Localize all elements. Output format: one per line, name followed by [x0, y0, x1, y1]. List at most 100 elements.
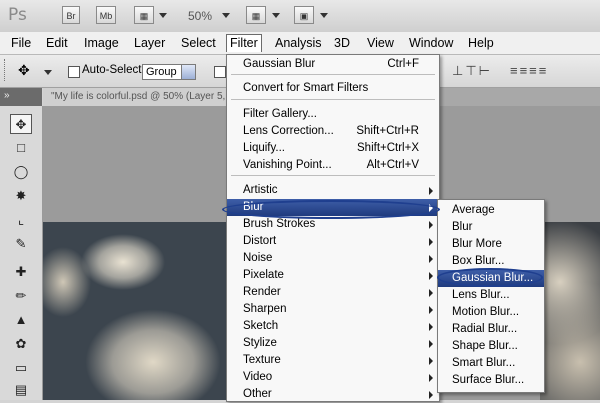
healing-brush-tool-icon[interactable]: ✚: [10, 262, 32, 282]
blur-submenu-item[interactable]: Smart Blur...: [438, 355, 544, 372]
menu-item-label: Average: [452, 204, 495, 216]
tools-panel-header[interactable]: »: [0, 88, 42, 106]
filter-menu-item[interactable]: Stylize: [227, 335, 439, 352]
quick-selection-tool-icon[interactable]: ✸: [10, 186, 32, 206]
blur-submenu-item[interactable]: Blur: [438, 219, 544, 236]
grip-handle[interactable]: [4, 59, 11, 81]
menu-item-label: Noise: [243, 252, 273, 264]
filter-menu-item[interactable]: Brush Strokes: [227, 216, 439, 233]
arrange-documents-button[interactable]: ▦: [246, 6, 266, 24]
menu-3d[interactable]: 3D: [334, 35, 350, 52]
menu-item-label: Liquify...: [243, 142, 285, 154]
clone-stamp-tool-icon[interactable]: ▲: [10, 310, 32, 330]
blur-submenu-item[interactable]: Lens Blur...: [438, 287, 544, 304]
menu-help[interactable]: Help: [468, 35, 494, 52]
submenu-arrow-icon: [429, 238, 433, 246]
filter-menu: Gaussian Blur Ctrl+F Convert for Smart Fil…: [226, 54, 440, 402]
filter-menu-item[interactable]: Pixelate: [227, 267, 439, 284]
mini-bridge-button[interactable]: Mb: [96, 6, 116, 24]
menu-file[interactable]: File: [11, 35, 31, 52]
filter-menu-item[interactable]: Sharpen: [227, 301, 439, 318]
gradient-tool-icon[interactable]: ▤: [10, 380, 32, 400]
blur-submenu-item[interactable]: Shape Blur...: [438, 338, 544, 355]
chevron-down-icon[interactable]: [44, 70, 52, 75]
chevron-down-icon[interactable]: [159, 13, 167, 18]
align-icons[interactable]: ⊥⊤⊢: [452, 63, 492, 79]
eyedropper-tool-icon[interactable]: ✎: [10, 234, 32, 254]
filter-menu-item[interactable]: Sketch: [227, 318, 439, 335]
zoom-level[interactable]: 50%: [188, 9, 212, 23]
move-tool-icon[interactable]: ✥: [10, 114, 32, 134]
filter-menu-item[interactable]: Vanishing Point... Alt+Ctrl+V: [227, 157, 439, 174]
menu-item-label: Video: [243, 371, 273, 383]
menu-layer[interactable]: Layer: [134, 35, 165, 52]
blur-submenu-item[interactable]: Box Blur...: [438, 253, 544, 270]
menu-item-label: Texture: [243, 354, 281, 366]
blur-submenu-item[interactable]: Motion Blur...: [438, 304, 544, 321]
document-image-right[interactable]: [540, 222, 600, 400]
filter-menu-item[interactable]: Convert for Smart Filters: [227, 80, 439, 97]
menu-item-label: Box Blur...: [452, 255, 505, 267]
menu-view[interactable]: View: [367, 35, 394, 52]
menu-item-shortcut: Alt+Ctrl+V: [366, 159, 419, 171]
menu-image[interactable]: Image: [84, 35, 119, 52]
filter-menu-item[interactable]: Filter Gallery...: [227, 106, 439, 123]
show-transform-checkbox[interactable]: [214, 66, 226, 78]
blur-submenu-item[interactable]: Blur More: [438, 236, 544, 253]
menu-analysis[interactable]: Analysis: [275, 35, 322, 52]
distribute-icons[interactable]: ≡≡≡≡: [510, 63, 548, 78]
chevron-down-icon[interactable]: [272, 13, 280, 18]
chevron-down-icon[interactable]: [320, 13, 328, 18]
blur-submenu-item[interactable]: Gaussian Blur...: [438, 270, 544, 287]
crop-tool-icon[interactable]: ⌞: [10, 210, 32, 230]
auto-select-checkbox[interactable]: [68, 66, 80, 78]
blur-submenu-item[interactable]: Surface Blur...: [438, 372, 544, 389]
menu-separator: [231, 175, 435, 176]
filter-menu-item[interactable]: Lens Correction... Shift+Ctrl+R: [227, 123, 439, 140]
menu-edit[interactable]: Edit: [46, 35, 68, 52]
menu-window[interactable]: Window: [409, 35, 453, 52]
chevron-down-icon[interactable]: [181, 65, 195, 79]
bridge-button[interactable]: Br: [62, 6, 80, 24]
document-tab[interactable]: "My life is colorful.psd @ 50% (Layer 5,…: [43, 88, 243, 106]
move-tool-icon[interactable]: ✥: [18, 62, 30, 79]
menu-item-label: Brush Strokes: [243, 218, 316, 230]
menu-item-shortcut: Ctrl+F: [387, 58, 419, 70]
menu-separator: [231, 74, 435, 75]
lasso-tool-icon[interactable]: ◯: [10, 162, 32, 182]
view-extras-button[interactable]: ▦: [134, 6, 154, 24]
filter-menu-item[interactable]: Gaussian Blur Ctrl+F: [227, 56, 439, 73]
filter-menu-item[interactable]: Noise: [227, 250, 439, 267]
menu-select[interactable]: Select: [181, 35, 216, 52]
submenu-arrow-icon: [429, 357, 433, 365]
filter-menu-item[interactable]: Artistic: [227, 182, 439, 199]
submenu-arrow-icon: [429, 221, 433, 229]
brush-tool-icon[interactable]: ✏: [10, 286, 32, 306]
filter-menu-item[interactable]: Render: [227, 284, 439, 301]
auto-select-dropdown[interactable]: Group: [142, 64, 196, 80]
menu-item-label: Vanishing Point...: [243, 159, 332, 171]
menu-item-label: Filter Gallery...: [243, 108, 317, 120]
blur-submenu-item[interactable]: Average: [438, 202, 544, 219]
tools-panel: ✥ □ ◯ ✸ ⌞ ✎ ✚ ✏ ▲ ✿ ▭ ▤: [0, 106, 43, 400]
chevron-down-icon[interactable]: [222, 13, 230, 18]
blur-submenu-item[interactable]: Radial Blur...: [438, 321, 544, 338]
screen-mode-button[interactable]: ▣: [294, 6, 314, 24]
menu-item-label: Artistic: [243, 184, 278, 196]
marquee-tool-icon[interactable]: □: [10, 138, 32, 158]
eraser-tool-icon[interactable]: ▭: [10, 358, 32, 378]
submenu-arrow-icon: [429, 187, 433, 195]
filter-menu-item[interactable]: Other: [227, 386, 439, 403]
blur-submenu: Average Blur Blur More Box Blur... Gaussian …: [437, 199, 545, 393]
menu-filter[interactable]: Filter: [226, 34, 262, 52]
collapse-icon[interactable]: »: [4, 90, 10, 101]
menu-item-label: Gaussian Blur: [243, 58, 316, 70]
submenu-arrow-icon: [429, 306, 433, 314]
filter-menu-item[interactable]: Liquify... Shift+Ctrl+X: [227, 140, 439, 157]
submenu-arrow-icon: [429, 255, 433, 263]
filter-menu-item[interactable]: Distort: [227, 233, 439, 250]
filter-menu-item[interactable]: Blur: [227, 199, 439, 216]
history-brush-tool-icon[interactable]: ✿: [10, 334, 32, 354]
filter-menu-item[interactable]: Texture: [227, 352, 439, 369]
filter-menu-item[interactable]: Video: [227, 369, 439, 386]
